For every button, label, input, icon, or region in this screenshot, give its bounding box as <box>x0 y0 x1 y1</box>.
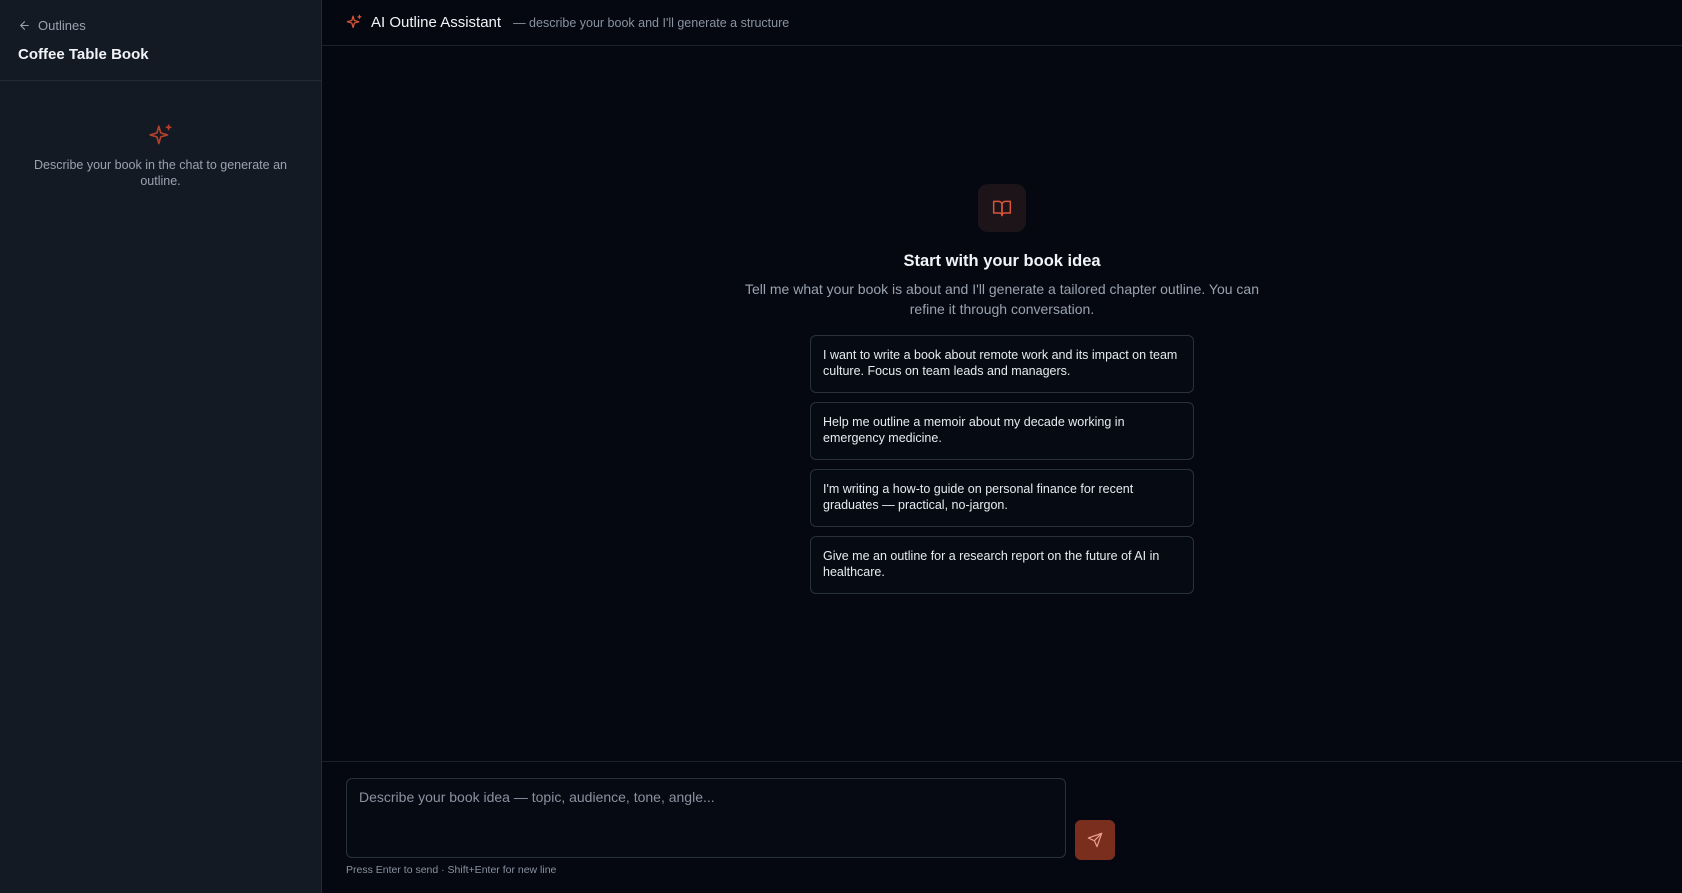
outline-title: Coffee Table Book <box>18 46 149 63</box>
sidebar: Outlines Coffee Table Book Describe your… <box>0 0 322 893</box>
composer: Press Enter to send · Shift+Enter for ne… <box>322 761 1682 893</box>
book-badge <box>978 184 1026 232</box>
book-open-icon <box>992 200 1012 217</box>
topbar: AI Outline Assistant — describe your boo… <box>322 0 1682 46</box>
send-icon <box>1087 832 1103 848</box>
send-button[interactable] <box>1075 820 1115 860</box>
assistant-subtitle: — describe your book and I'll generate a… <box>513 15 790 30</box>
sparkles-icon <box>148 124 172 145</box>
app-root: Outlines Coffee Table Book Describe your… <box>0 0 1682 893</box>
suggestion-list: I want to write a book about remote work… <box>810 335 1194 594</box>
arrow-left-icon <box>20 20 29 30</box>
suggestion-card[interactable]: Give me an outline for a research report… <box>810 536 1194 594</box>
suggestion-card[interactable]: I'm writing a how-to guide on personal f… <box>810 469 1194 527</box>
hero-title: Start with your book idea <box>903 252 1101 270</box>
assistant-title: AI Outline Assistant <box>371 14 502 31</box>
composer-hint: Press Enter to send · Shift+Enter for ne… <box>346 864 557 876</box>
back-to-outlines-link[interactable]: Outlines <box>18 16 303 34</box>
main-panel: AI Outline Assistant — describe your boo… <box>322 0 1682 893</box>
sparkles-icon <box>346 14 362 29</box>
empty-chat-state: Start with your book idea Tell me what y… <box>322 46 1682 761</box>
message-input[interactable] <box>346 778 1066 858</box>
sidebar-empty-text: Describe your book in the chat to genera… <box>34 158 287 188</box>
hero-subtitle: Tell me what your book is about and I'll… <box>744 281 1259 317</box>
composer-row <box>346 778 1658 860</box>
sidebar-empty-state: Describe your book in the chat to genera… <box>0 81 321 189</box>
back-link-label: Outlines <box>38 17 86 33</box>
sidebar-header: Outlines Coffee Table Book <box>0 0 321 81</box>
suggestion-card[interactable]: Help me outline a memoir about my decade… <box>810 402 1194 460</box>
suggestion-card[interactable]: I want to write a book about remote work… <box>810 335 1194 393</box>
